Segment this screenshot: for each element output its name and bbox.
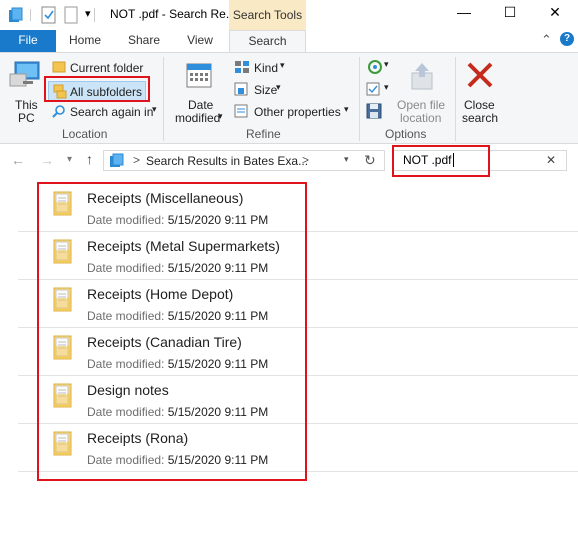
size-dropdown-icon: ▾ (276, 82, 281, 92)
open-file-location-button[interactable]: Open file location (394, 57, 450, 125)
breadcrumb-chevron-icon[interactable]: > (133, 153, 140, 167)
close-button[interactable]: ✕ (532, 0, 578, 26)
kind-button[interactable]: Kind ▾ (234, 59, 294, 77)
qat-divider (30, 9, 31, 21)
recent-searches-dropdown-icon: ▾ (384, 59, 389, 69)
tab-file[interactable]: File (0, 30, 56, 53)
search-again-in-label: Search again in (70, 105, 154, 119)
size-button[interactable]: Size ▾ (234, 81, 294, 99)
search-again-dropdown-icon: ▾ (152, 104, 157, 114)
ribbon-separator (455, 57, 456, 141)
this-pc-button[interactable]: This PC (6, 57, 44, 125)
back-arrow-icon[interactable]: ← (11, 152, 25, 168)
properties-icon[interactable] (41, 6, 57, 24)
window-title: NOT .pdf - Search Re... (110, 7, 236, 21)
highlight-search-box (392, 145, 490, 177)
other-properties-button[interactable]: Other properties ▾ (234, 103, 354, 121)
breadcrumb-chevron-icon[interactable]: > (302, 153, 309, 167)
current-folder-button[interactable]: Current folder (52, 59, 148, 77)
other-properties-label: Other properties (254, 105, 341, 119)
highlight-all-subfolders (44, 76, 150, 102)
date-modified-label-2: modified (175, 111, 221, 125)
close-search-label-2: search (462, 111, 499, 125)
advanced-options-dropdown-icon: ▾ (384, 82, 389, 92)
folder-icon (52, 61, 66, 73)
close-search-icon (467, 62, 493, 88)
date-modified-dropdown-icon: ▾ (218, 111, 223, 121)
open-file-location-label-2: location (400, 111, 442, 125)
explorer-window: ▾ NOT .pdf - Search Re... Search Tools —… (0, 0, 578, 541)
other-properties-dropdown-icon: ▾ (344, 104, 349, 114)
ribbon-tabs: File Home Share View Search ⌃ ? (0, 30, 578, 54)
save-icon (366, 103, 382, 119)
search-again-in-button[interactable]: Search again in ▾ (52, 103, 160, 121)
close-search-button[interactable]: Close search (458, 57, 502, 125)
date-modified-button[interactable]: Date modified ▾ (170, 57, 226, 125)
address-dropdown-icon[interactable]: ▾ (344, 154, 349, 165)
open-file-location-icon (411, 63, 433, 90)
up-arrow-icon[interactable]: ↑ (86, 151, 93, 167)
open-file-location-label-1: Open file (397, 98, 446, 112)
kind-icon (235, 61, 249, 73)
title-divider (94, 8, 95, 22)
tab-search[interactable]: Search (229, 30, 306, 54)
minimize-button[interactable]: — (441, 0, 487, 26)
close-search-label-1: Close (464, 98, 495, 112)
size-label: Size (254, 83, 278, 97)
ribbon-separator (359, 57, 360, 141)
address-bar[interactable]: > Search Results in Bates Exa... > ▾ ↻ (103, 150, 385, 171)
properties-list-icon (234, 104, 248, 118)
new-folder-icon[interactable] (64, 6, 78, 24)
date-modified-label-1: Date (188, 98, 214, 112)
this-pc-label-1: This (15, 98, 38, 112)
kind-label: Kind (254, 61, 279, 75)
advanced-options-icon (366, 82, 380, 96)
ribbon-separator (163, 57, 164, 141)
current-folder-label: Current folder (70, 61, 144, 75)
collapse-ribbon-icon[interactable]: ⌃ (541, 32, 552, 48)
tab-view[interactable]: View (178, 30, 222, 53)
recent-searches-icon (368, 60, 382, 74)
tab-share[interactable]: Share (120, 30, 168, 53)
help-icon[interactable]: ? (560, 32, 574, 46)
clear-search-icon[interactable]: ✕ (546, 153, 556, 167)
size-icon (234, 82, 248, 96)
search-tools-context-label: Search Tools (229, 0, 306, 30)
this-pc-label-2: PC (18, 111, 35, 125)
calendar-icon (186, 63, 212, 88)
location-group-label: Location (62, 127, 108, 141)
recent-searches-button[interactable]: ▾ (366, 58, 392, 76)
kind-dropdown-icon: ▾ (280, 60, 285, 70)
save-search-button[interactable] (366, 103, 386, 121)
search-again-icon (52, 105, 65, 118)
title-bar: ▾ NOT .pdf - Search Re... Search Tools —… (0, 0, 578, 30)
maximize-button[interactable]: ☐ (487, 0, 533, 26)
forward-arrow-icon[interactable]: → (40, 152, 54, 168)
computer-icon (9, 61, 40, 87)
highlight-results (37, 182, 307, 481)
search-results-icon (110, 153, 124, 167)
breadcrumb-path[interactable]: Search Results in Bates Exa... (146, 154, 308, 168)
tab-home[interactable]: Home (62, 30, 108, 53)
qat-dropdown-icon[interactable]: ▾ (85, 7, 91, 20)
refine-group-label: Refine (246, 127, 281, 141)
explorer-app-icon[interactable] (8, 7, 24, 23)
recent-locations-icon[interactable]: ▾ (67, 154, 72, 165)
advanced-options-button[interactable]: ▾ (366, 81, 392, 99)
options-group-label: Options (385, 127, 427, 141)
refresh-icon[interactable]: ↻ (364, 152, 376, 169)
